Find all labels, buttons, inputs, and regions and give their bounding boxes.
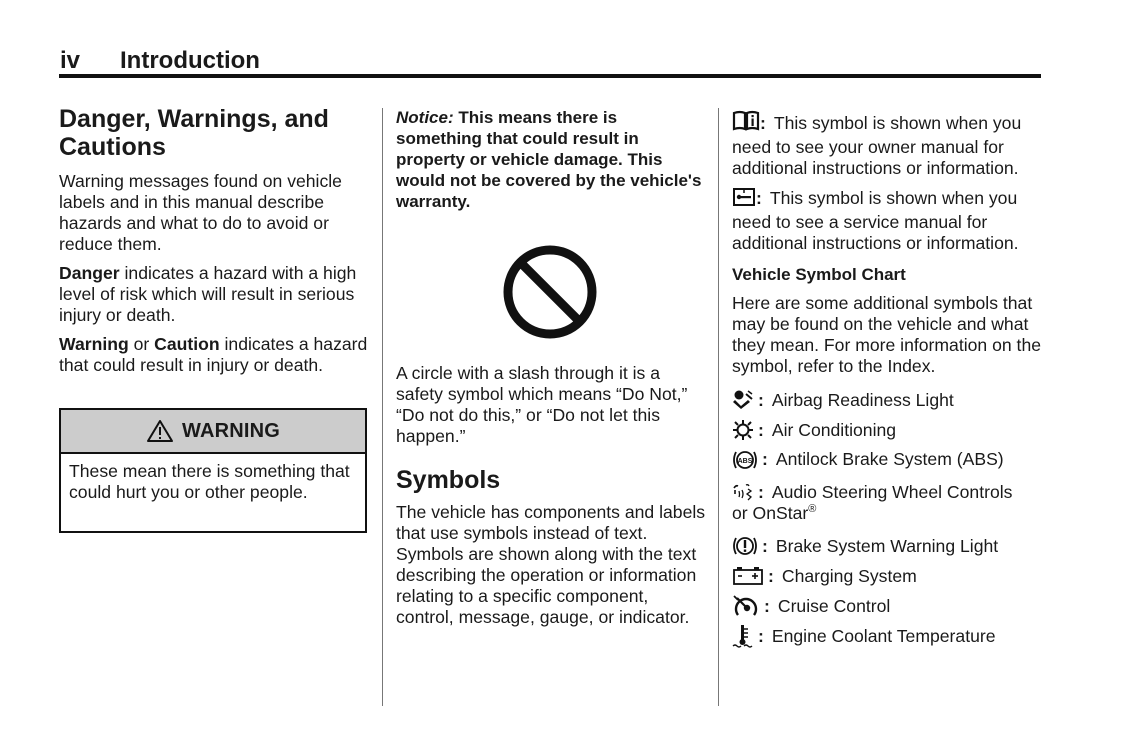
svg-text:ABS: ABS (738, 458, 753, 465)
column-divider (382, 108, 383, 706)
symbol-item: : Audio Steering Wheel Controls or OnSta… (732, 481, 1042, 524)
symbol-label-continuation: or OnStar (732, 503, 809, 523)
colon: : (764, 595, 770, 616)
warning-triangle-icon (146, 420, 173, 442)
column-2: Notice: This means there is something th… (396, 104, 706, 212)
symbol-item: : Air Conditioning (732, 415, 1042, 445)
section-heading-dangers: Danger, Warnings, and Cautions (59, 105, 371, 161)
vehicle-symbol-chart-heading: Vehicle Symbol Chart (732, 265, 906, 284)
column-3: : This symbol is shown when you need to s… (732, 110, 1042, 651)
chapter-title: Introduction (120, 47, 260, 74)
symbol-label: Charging System (781, 565, 917, 586)
page-header: iv Introduction (59, 44, 1041, 78)
colon: : (762, 535, 768, 556)
brake-warning-icon (732, 535, 758, 557)
or-text: or (128, 334, 155, 354)
colon: : (758, 625, 764, 646)
prohibition-circle-icon (503, 245, 597, 339)
symbol-item: : Engine Coolant Temperature (732, 621, 1042, 651)
warning-box: WARNING These mean there is something th… (59, 408, 367, 533)
symbol-list: : Airbag Readiness Light : Air Condition… (732, 385, 1042, 651)
symbol-item: : Brake System Warning Light (732, 531, 1042, 561)
symbol-label: Antilock Brake System (ABS) (775, 449, 1004, 469)
coolant-temperature-icon (732, 624, 754, 648)
danger-paragraph: Danger indicates a hazard with a high le… (59, 263, 371, 326)
symbol-label: Airbag Readiness Light (771, 389, 954, 410)
owner-manual-book-icon (732, 110, 760, 137)
colon: : (756, 188, 762, 208)
registered-mark: ® (808, 503, 817, 516)
symbol-item: : Cruise Control (732, 591, 1042, 621)
service-manual-book-icon (732, 187, 756, 212)
notice-label: Notice: (396, 108, 454, 127)
symbol-item: : Charging System (732, 561, 1042, 591)
audio-steering-controls-icon (732, 483, 754, 501)
air-conditioning-icon (732, 420, 754, 440)
symbol-item: ABS : Antilock Brake System (ABS) (732, 445, 1042, 474)
page-number: iv (60, 47, 81, 74)
symbol-item: : Airbag Readiness Light (732, 385, 1042, 415)
intro-paragraph: Warning messages found on vehicle labels… (59, 171, 342, 254)
warning-box-title: WARNING (181, 419, 281, 442)
colon: : (758, 419, 764, 440)
colon: : (762, 449, 768, 469)
warning-paragraph: Warning or Caution indicates a hazard th… (59, 334, 371, 376)
chart-intro-paragraph: Here are some additional symbols that ma… (732, 293, 1042, 376)
symbol-label: Engine Coolant Temperature (771, 625, 996, 646)
symbol-label: Brake System Warning Light (775, 535, 999, 556)
symbol-label: Cruise Control (777, 595, 891, 616)
symbol-label: Audio Steering Wheel Controls (771, 481, 1013, 502)
section-heading-symbols: Symbols (396, 466, 501, 494)
no-symbol-paragraph: A circle with a slash through it is a sa… (396, 363, 688, 446)
column-1: Danger, Warnings, and Cautions Warning m… (59, 104, 371, 376)
service-manual-text: This symbol is shown when you need to se… (732, 188, 1019, 253)
abs-icon: ABS (732, 449, 758, 471)
caution-term: Caution (154, 334, 220, 354)
owner-manual-text: This symbol is shown when you need to se… (732, 113, 1022, 178)
colon: : (758, 389, 764, 410)
airbag-icon (732, 390, 754, 410)
service-manual-paragraph: : This symbol is shown when you need to s… (732, 187, 1042, 254)
colon: : (758, 481, 764, 502)
warning-box-body: These mean there is something that could… (69, 461, 350, 502)
battery-icon (732, 566, 764, 586)
heading-line: Danger, Warnings, and (59, 105, 329, 133)
danger-term: Danger (59, 263, 120, 283)
warning-box-header: WARNING (61, 410, 365, 454)
cruise-control-icon (732, 594, 760, 618)
notice-paragraph: Notice: This means there is something th… (396, 107, 706, 212)
heading-line: Cautions (59, 133, 166, 161)
colon: : (760, 113, 766, 133)
symbol-label: Air Conditioning (771, 419, 897, 440)
column-divider (718, 108, 719, 706)
colon: : (768, 565, 774, 586)
owner-manual-paragraph: : This symbol is shown when you need to s… (732, 110, 1042, 179)
column-2-lower: A circle with a slash through it is a sa… (396, 363, 706, 628)
symbols-paragraph: The vehicle has components and labels th… (396, 502, 706, 627)
warning-term: Warning (59, 334, 129, 354)
